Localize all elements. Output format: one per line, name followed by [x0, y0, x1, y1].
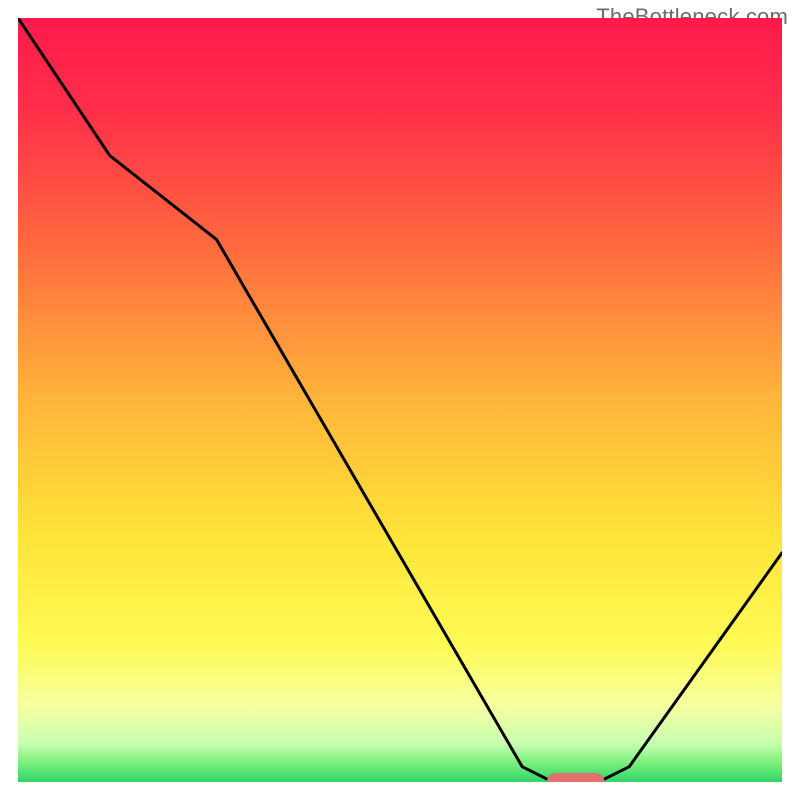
bottleneck-chart [18, 18, 782, 782]
optimal-zone-marker [547, 773, 605, 782]
